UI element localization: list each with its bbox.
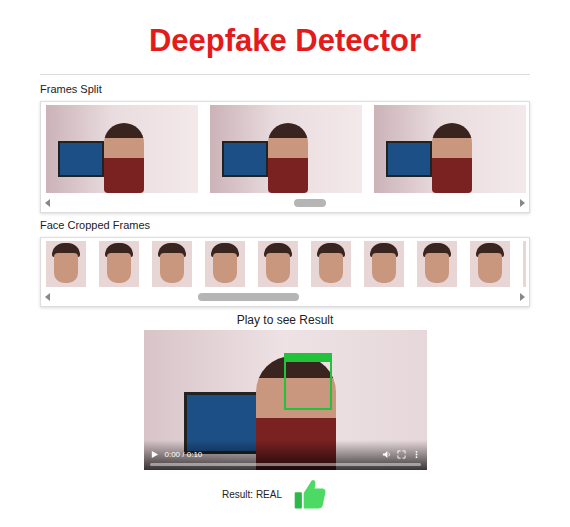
scroll-thumb[interactable] (198, 293, 299, 301)
app-title: Deepfake Detector (40, 22, 530, 60)
play-icon[interactable] (150, 450, 159, 459)
frames-strip (44, 105, 526, 193)
video-controls: 0:00 / 0:10 (144, 440, 427, 470)
scroll-track[interactable] (56, 293, 514, 301)
frames-scrollbar[interactable] (44, 196, 526, 210)
video-frame (46, 105, 198, 193)
scroll-right-icon[interactable] (518, 293, 526, 301)
face-detection-box (284, 360, 332, 410)
video-frame (374, 105, 526, 193)
face-crop (99, 241, 139, 287)
detection-tag (284, 353, 332, 361)
face-crop (470, 241, 510, 287)
faces-strip (44, 241, 526, 287)
scroll-track[interactable] (56, 199, 514, 207)
face-crop (523, 241, 526, 287)
volume-icon[interactable] (382, 450, 391, 459)
scroll-left-icon[interactable] (44, 199, 52, 207)
scroll-right-icon[interactable] (518, 199, 526, 207)
monitor-shape (58, 141, 104, 177)
face-crop (258, 241, 298, 287)
face-shape (266, 253, 290, 283)
faces-scrollbar[interactable] (44, 290, 526, 304)
video-player[interactable]: 0:00 / 0:10 (144, 330, 427, 470)
face-shape (160, 253, 184, 283)
face-shape (478, 253, 502, 283)
face-shape (425, 253, 449, 283)
face-shape (54, 253, 78, 283)
page: Deepfake Detector Frames Split Face Croppe… (40, 0, 530, 512)
face-crop (46, 241, 86, 287)
frames-split-panel (40, 101, 530, 213)
face-crop (152, 241, 192, 287)
face-shape (319, 253, 343, 283)
monitor-shape (386, 141, 432, 177)
controls-row: 0:00 / 0:10 (150, 450, 421, 459)
scroll-thumb[interactable] (294, 199, 326, 207)
face-shape (372, 253, 396, 283)
face-crop (364, 241, 404, 287)
face-frames-panel (40, 237, 530, 307)
person-shape (104, 123, 144, 193)
frames-split-label: Frames Split (40, 83, 530, 95)
person-shape (268, 123, 308, 193)
face-frames-label: Face Cropped Frames (40, 219, 530, 231)
video-time: 0:00 / 0:10 (165, 450, 203, 459)
video-progress[interactable] (150, 463, 421, 466)
result-row: Result: REAL (40, 476, 530, 512)
face-crop (417, 241, 457, 287)
thumbs-up-icon (292, 476, 328, 512)
monitor-shape (222, 141, 268, 177)
result-label: Result: REAL (222, 489, 282, 500)
face-crop (311, 241, 351, 287)
face-shape (213, 253, 237, 283)
person-shape (432, 123, 472, 193)
video-frame (210, 105, 362, 193)
face-crop (205, 241, 245, 287)
more-icon[interactable] (412, 450, 421, 459)
divider (40, 74, 530, 75)
player-caption: Play to see Result (40, 313, 530, 327)
scroll-left-icon[interactable] (44, 293, 52, 301)
face-shape (107, 253, 131, 283)
fullscreen-icon[interactable] (397, 450, 406, 459)
